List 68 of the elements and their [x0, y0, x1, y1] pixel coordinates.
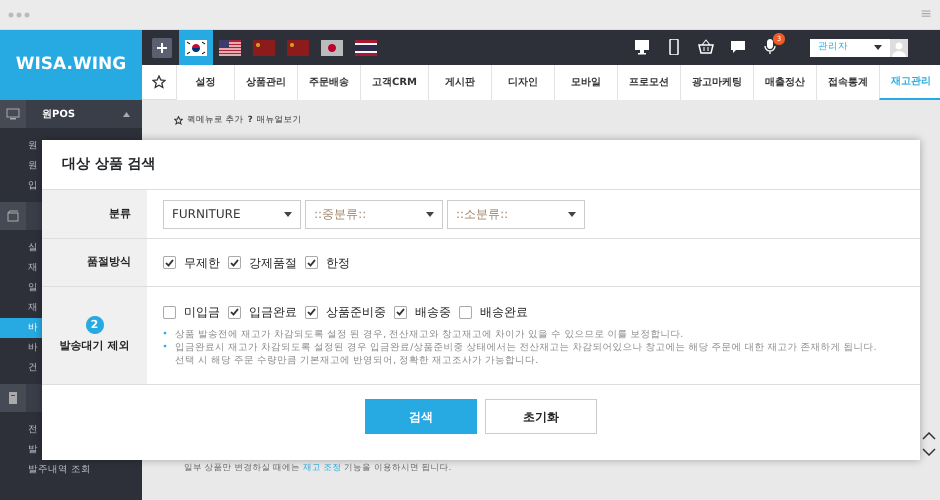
nav-tab[interactable]: 프로모션 — [617, 65, 680, 100]
korea-flag-icon[interactable] — [185, 40, 207, 56]
checkbox[interactable] — [163, 256, 176, 269]
nav-tab[interactable]: 주문배송 — [297, 65, 360, 100]
quick-menu-link[interactable]: 퀵메뉴로 추가 — [174, 114, 244, 126]
japan-flag-icon[interactable] — [321, 40, 343, 56]
checkbox[interactable] — [394, 306, 407, 319]
checkbox[interactable] — [228, 306, 241, 319]
caret-icon — [426, 212, 434, 216]
checkbox[interactable] — [228, 256, 241, 269]
checkbox[interactable] — [459, 306, 472, 319]
avatar-icon — [890, 38, 908, 56]
caret-icon — [284, 212, 292, 216]
basket-icon[interactable] — [698, 39, 714, 56]
chat-icon[interactable] — [730, 39, 746, 56]
china-flag-icon[interactable] — [253, 40, 275, 56]
checkbox-label[interactable]: 상품준비중 — [326, 303, 386, 322]
plus-icon[interactable] — [152, 38, 172, 58]
checkbox[interactable] — [163, 306, 176, 319]
nav-tab[interactable]: 게시판 — [428, 65, 491, 100]
field-label: 발송대기 제외 — [60, 338, 130, 354]
checkbox[interactable] — [305, 256, 318, 269]
nav-tab[interactable]: 설정 — [176, 65, 234, 100]
china-flag-icon[interactable] — [287, 40, 309, 56]
window-dots-icon — [8, 12, 30, 18]
checkbox-label[interactable]: 배송완료 — [480, 303, 528, 322]
sidebar-item[interactable]: 발주내역 조회 — [0, 460, 142, 480]
document-icon — [6, 391, 20, 405]
monitor-icon — [6, 107, 20, 121]
checkbox-label[interactable]: 강제품절 — [249, 254, 297, 272]
checkbox-label[interactable]: 미입금 — [184, 303, 220, 322]
step-number: 2 — [86, 316, 104, 334]
checkbox-label[interactable]: 배송중 — [415, 303, 451, 322]
nav-tab[interactable]: 상품관리 — [234, 65, 297, 100]
caret-icon — [874, 45, 882, 50]
thailand-flag-icon[interactable] — [355, 40, 377, 56]
usa-flag-icon[interactable] — [219, 40, 241, 56]
help-glyph: ? — [248, 114, 253, 126]
star-icon[interactable] — [152, 75, 166, 89]
caret-icon — [568, 212, 576, 216]
category-select[interactable]: ::중분류:: — [305, 200, 443, 228]
nav-tab[interactable]: 접속통계 — [816, 65, 879, 100]
scroll-down-icon[interactable] — [922, 448, 936, 456]
collapse-arrow-icon — [123, 112, 130, 116]
field-label: 품절방식 — [87, 254, 131, 270]
reset-button[interactable]: 초기화 — [485, 399, 597, 434]
sidebar-group-header[interactable]: 원POS — [0, 100, 142, 128]
scroll-up-icon[interactable] — [922, 432, 936, 440]
nav-tab[interactable]: 매출정산 — [753, 65, 816, 100]
field-label: 분류 — [109, 206, 131, 222]
star-icon — [174, 116, 183, 124]
checkbox-label[interactable]: 한정 — [326, 254, 350, 272]
checkbox-label[interactable]: 무제한 — [184, 254, 220, 272]
nav-tab[interactable]: 광고마케팅 — [680, 65, 753, 100]
monitor-icon[interactable] — [634, 39, 650, 56]
microphone-icon[interactable] — [762, 39, 778, 56]
box-icon — [6, 209, 20, 223]
checkbox[interactable] — [305, 306, 318, 319]
category-select[interactable]: ::소분류:: — [447, 200, 585, 228]
notice-text: 일부 상품만 변경하실 때에는 재고 조정 기능을 이용하시면 됩니다. — [184, 462, 452, 475]
checkbox-label[interactable]: 입금완료 — [249, 303, 297, 322]
nav-tab[interactable]: 모바일 — [554, 65, 617, 100]
note-text: 상품 발송전에 재고가 차감되도록 설정 된 경우, 전산재고와 창고재고에 차이가 있을 수 있으므로 이를 보정합니다. — [175, 329, 684, 342]
note-text: 입금완료시 재고가 차감되도록 설정된 경우 입금완료/상품준비중 상태에서는 전산재고는 차감되어있으나 창고에는 해당 주문에 대한 재고가 존재하게 됩니다. 선택 시 해당 주문 수량만큼 기본재고에 반영되어, 정확한 재고조사가 가능합니다. — [175, 342, 877, 368]
manual-link[interactable]: 매뉴얼보기 — [256, 114, 302, 126]
nav-tab[interactable]: 고객CRM — [360, 65, 428, 100]
nav-tab[interactable]: 디자인 — [491, 65, 554, 100]
category-select[interactable]: FURNITURE — [163, 200, 301, 228]
